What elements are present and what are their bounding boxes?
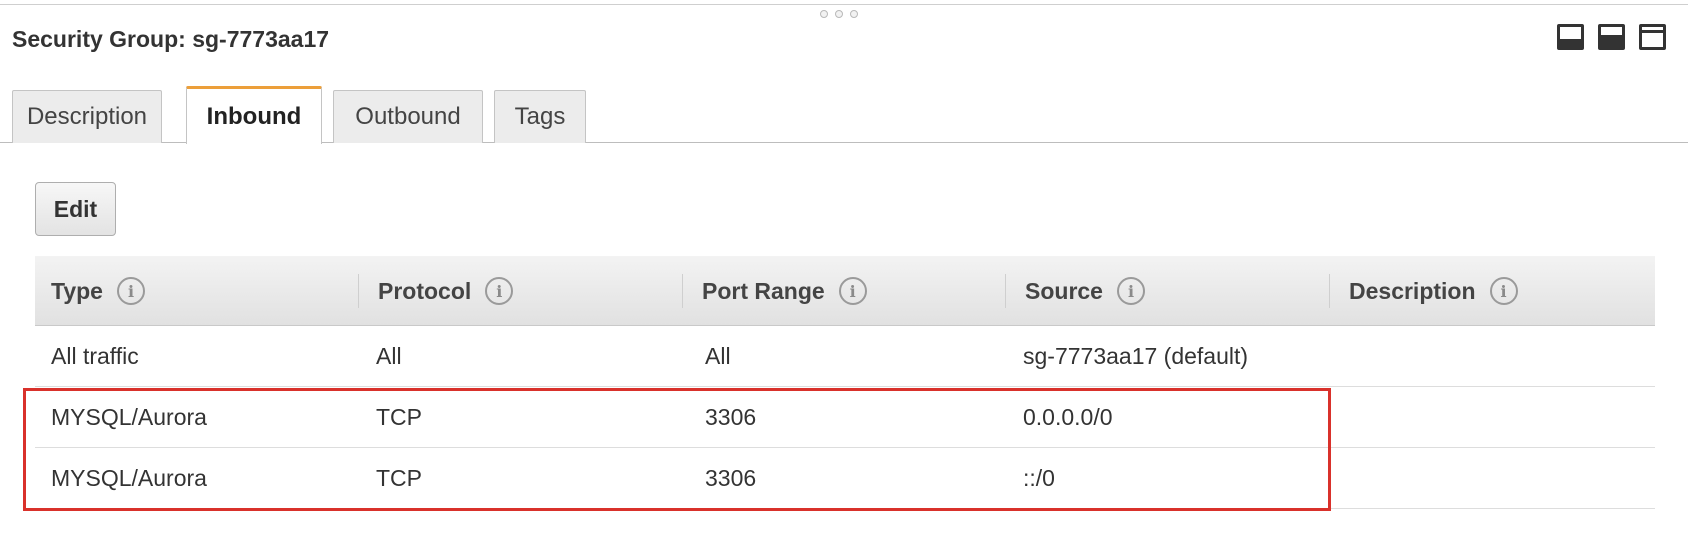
panel-maximize-icon[interactable]	[1639, 24, 1666, 50]
cell-protocol: TCP	[376, 464, 422, 491]
column-header-label: Port Range	[702, 277, 825, 304]
info-icon[interactable]: i	[485, 277, 514, 305]
tab-outbound[interactable]: Outbound	[333, 90, 483, 143]
tab-description[interactable]: Description	[12, 90, 162, 143]
panel-bottom-icon[interactable]	[1557, 24, 1584, 50]
info-icon[interactable]: i	[838, 277, 867, 305]
handle-dot	[850, 10, 858, 18]
tab-inbound[interactable]: Inbound	[186, 86, 322, 144]
table-row[interactable]: MYSQL/Aurora TCP 3306 ::/0	[35, 448, 1655, 509]
cell-source: sg-7773aa17 (default)	[1023, 342, 1249, 369]
handle-dot	[820, 10, 828, 18]
column-header-label: Protocol	[378, 277, 472, 304]
handle-dot	[835, 10, 843, 18]
cell-port-range: 3306	[705, 464, 757, 491]
cell-type: All traffic	[51, 342, 139, 369]
cell-port-range: All	[705, 342, 731, 369]
info-icon[interactable]: i	[1116, 277, 1145, 305]
table-row[interactable]: All traffic All All sg-7773aa17 (default…	[35, 326, 1655, 387]
panel-layout-controls	[1557, 24, 1666, 50]
column-header-label: Source	[1025, 277, 1103, 304]
column-header-label: Description	[1349, 277, 1476, 304]
panel-half-icon[interactable]	[1598, 24, 1625, 50]
cell-type: MYSQL/Aurora	[51, 403, 207, 430]
panel-top-border	[0, 4, 1688, 5]
cell-source: ::/0	[1023, 464, 1055, 491]
cell-source: 0.0.0.0/0	[1023, 403, 1113, 430]
column-header-label: Type	[51, 277, 103, 304]
column-header-description[interactable]: Description i	[1349, 256, 1518, 326]
column-header-port-range[interactable]: Port Range i	[702, 256, 867, 326]
table-row[interactable]: MYSQL/Aurora TCP 3306 0.0.0.0/0	[35, 387, 1655, 448]
column-header-type[interactable]: Type i	[51, 256, 145, 326]
column-header-source[interactable]: Source i	[1025, 256, 1145, 326]
column-header-protocol[interactable]: Protocol i	[378, 256, 514, 326]
resize-handle[interactable]	[820, 10, 858, 18]
tab-bar: Description Inbound Outbound Tags	[0, 86, 1688, 144]
cell-type: MYSQL/Aurora	[51, 464, 207, 491]
panel-title: Security Group: sg-7773aa17	[12, 26, 330, 52]
cell-protocol: TCP	[376, 403, 422, 430]
edit-button[interactable]: Edit	[35, 182, 116, 236]
cell-protocol: All	[376, 342, 402, 369]
tab-tags[interactable]: Tags	[494, 90, 586, 143]
inbound-rules-table: Type i Protocol i Port Range i Source i …	[35, 256, 1655, 509]
table-header: Type i Protocol i Port Range i Source i …	[35, 256, 1655, 326]
info-icon[interactable]: i	[1489, 277, 1518, 305]
cell-port-range: 3306	[705, 403, 757, 430]
info-icon[interactable]: i	[116, 277, 145, 305]
